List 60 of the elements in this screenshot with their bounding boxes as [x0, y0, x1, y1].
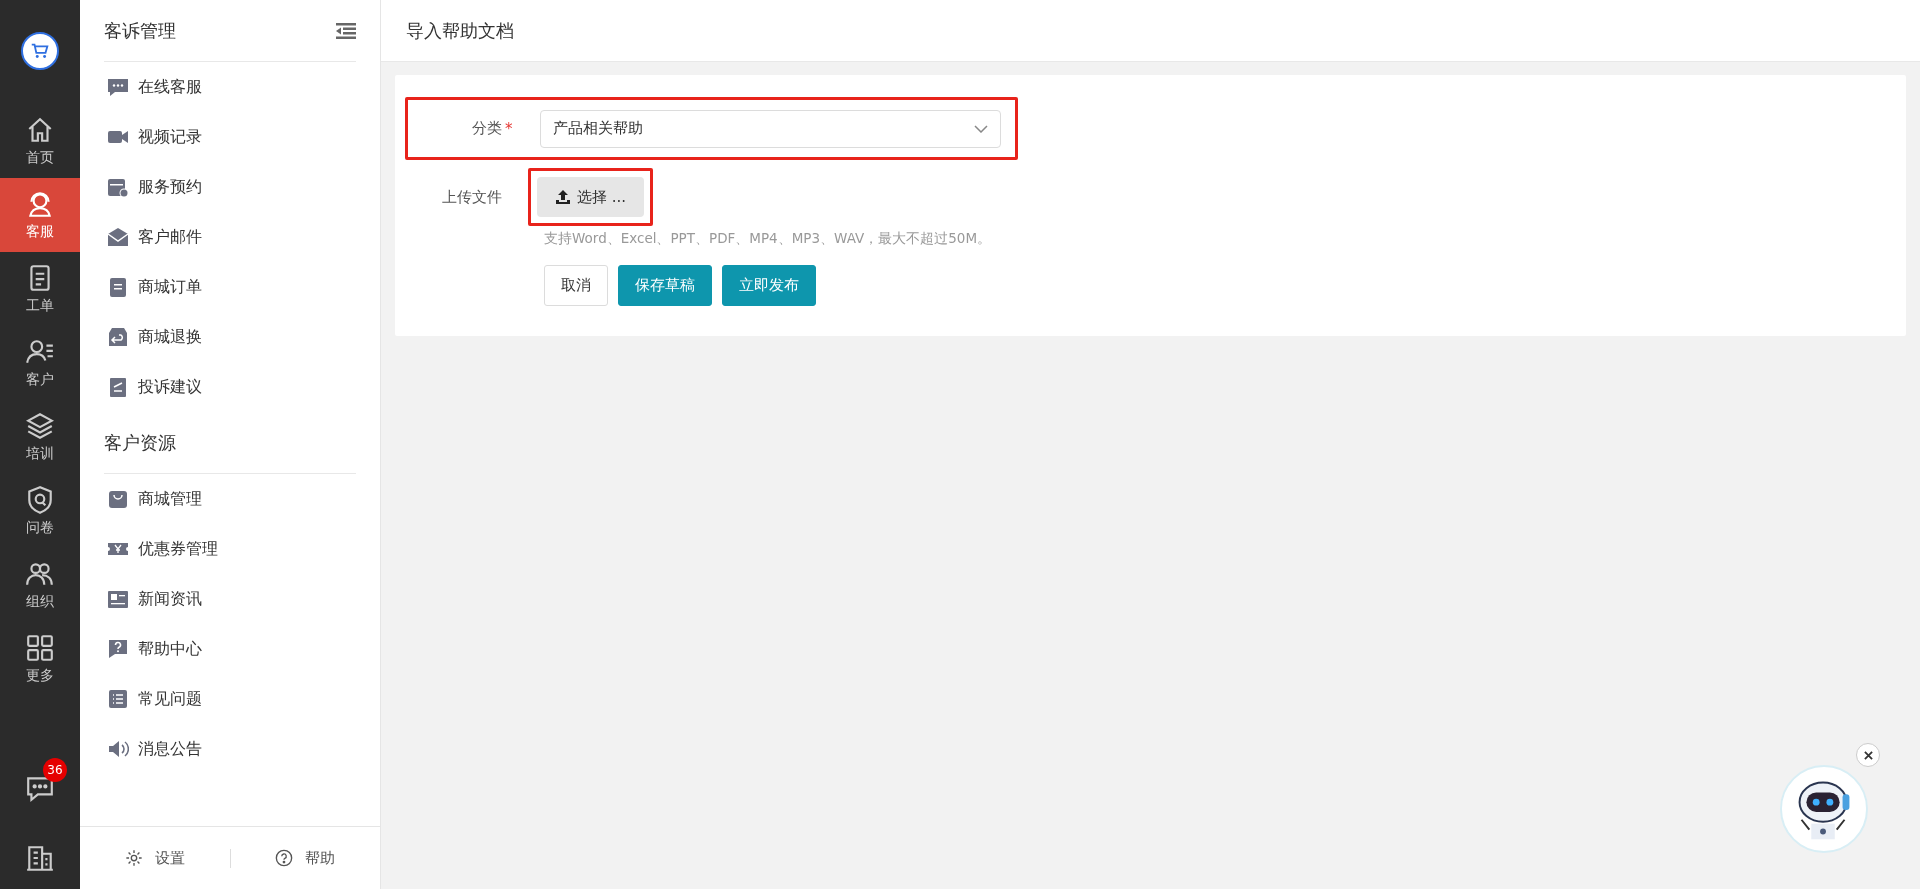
speaker-icon [107, 738, 129, 760]
rail-item[interactable]: 更多 [0, 622, 80, 696]
category-dropdown[interactable]: 产品相关帮助 [540, 109, 1001, 148]
envelope-icon [107, 226, 129, 248]
choose-file-button[interactable]: 选择 ... [537, 177, 645, 217]
form-button[interactable]: 立即发布 [722, 265, 816, 306]
shield-icon [25, 485, 55, 515]
sidebar-item[interactable]: 常见问题 [80, 674, 380, 724]
sidebar-item[interactable]: 投诉建议 [80, 362, 380, 412]
building-icon[interactable] [25, 843, 55, 873]
sidebar-item[interactable]: 消息公告 [80, 724, 380, 774]
chevron-down-icon [974, 124, 988, 133]
sidebar-item[interactable]: 视频记录 [80, 112, 380, 162]
rail-item[interactable]: 问卷 [0, 474, 80, 548]
sidebar-item[interactable]: 客户邮件 [80, 212, 380, 262]
field-label: 分类 [471, 119, 502, 138]
page-title: 导入帮助文档 [406, 18, 514, 43]
clipboard-icon [107, 276, 129, 298]
form-button[interactable]: 取消 [544, 265, 608, 306]
help-icon [275, 849, 294, 867]
settings-icon [124, 849, 143, 867]
required-mark: * [505, 119, 514, 138]
note-icon [107, 376, 129, 398]
close-button[interactable] [1856, 743, 1880, 767]
section-title: 客诉管理 [104, 18, 176, 43]
rail-item[interactable]: 客户 [0, 326, 80, 400]
section-title: 客户资源 [104, 430, 176, 455]
list-icon [107, 688, 129, 710]
question-bubble-icon [107, 638, 129, 660]
settings-link[interactable]: 设置 [80, 848, 230, 868]
calendar-icon [107, 176, 129, 198]
sidebar-item[interactable]: 服务预约 [80, 162, 380, 212]
close-icon [1863, 750, 1873, 760]
help-link[interactable]: 帮助 [229, 848, 380, 868]
layers-icon [25, 411, 55, 441]
rail-item[interactable]: 工单 [0, 252, 80, 326]
sidebar-item[interactable]: 新闻资讯 [80, 574, 380, 624]
rail-item[interactable]: 首页 [0, 104, 80, 178]
grid-icon [25, 633, 55, 663]
sidebar-item[interactable]: 帮助中心 [80, 624, 380, 674]
rail-item[interactable]: 培训 [0, 400, 80, 474]
newspaper-icon [107, 588, 129, 610]
bag-icon [107, 488, 129, 510]
upload-hint: 支持Word、Excel、PPT、PDF、MP4、MP3、WAV，最大不超过50M。 [544, 230, 993, 248]
collapse-menu-icon[interactable] [336, 22, 356, 39]
box-return-icon [107, 326, 129, 348]
cart-logo-icon [21, 32, 59, 70]
sidebar-item[interactable]: 优惠券管理 [80, 524, 380, 574]
upload-icon [555, 189, 571, 205]
unread-count-badge: 36 [43, 758, 67, 782]
speech-bubble-icon [107, 76, 129, 98]
rail-item[interactable]: 客服 [0, 178, 80, 252]
rail-item[interactable]: 组织 [0, 548, 80, 622]
robot-assistant-drawing[interactable] [1780, 765, 1868, 853]
sidebar-item[interactable]: 商城退换 [80, 312, 380, 362]
field-label: 上传文件 [441, 187, 502, 207]
sidebar-item[interactable]: 商城订单 [80, 262, 380, 312]
sidebar-item[interactable]: 商城管理 [80, 474, 380, 524]
sidebar-item[interactable]: 在线客服 [80, 62, 380, 112]
form-button[interactable]: 保存草稿 [618, 265, 712, 306]
